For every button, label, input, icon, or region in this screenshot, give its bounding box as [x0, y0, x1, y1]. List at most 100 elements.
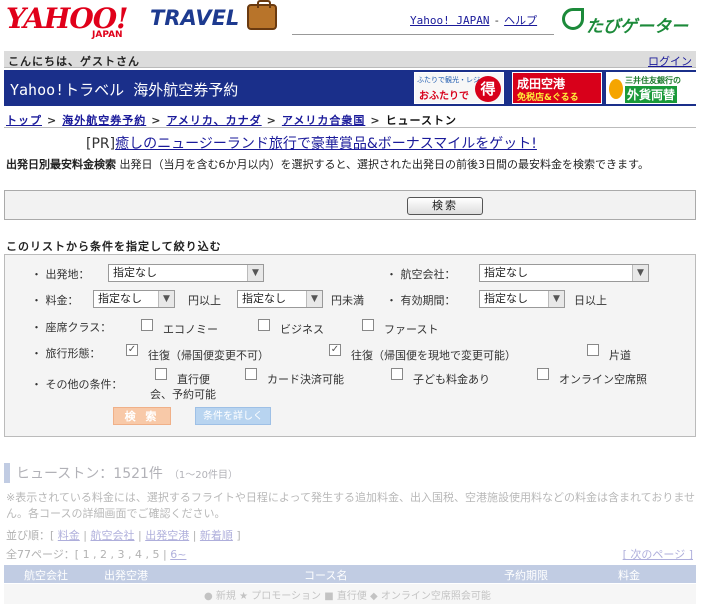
col-airline[interactable]: 航空会社: [24, 567, 68, 583]
child-fare-label: 子ども料金あり: [413, 373, 490, 386]
chevron-down-icon: ▼: [306, 291, 322, 307]
filter-heading: このリストから条件を指定して絞り込む: [6, 240, 222, 253]
sort-price[interactable]: 料金: [58, 529, 80, 542]
online-booking-label-2: 会、予約可能: [150, 388, 216, 401]
chevron-down-icon: ▼: [548, 291, 564, 307]
sort-options: 並び順：[ 料金 | 航空会社 | 出発空港 | 新着順 ]: [6, 529, 241, 542]
banner2-bottom: 免税店&ぐるる: [517, 93, 579, 103]
child-fare-checkbox[interactable]: [391, 368, 403, 380]
filter-search-button[interactable]: 検 索: [113, 407, 171, 425]
validity-label: ・ 有効期間：: [386, 294, 456, 307]
price-max-select[interactable]: 指定なし ▼: [237, 290, 323, 308]
banner3-main: 外貨両替: [625, 86, 678, 103]
breadcrumb-current: ヒューストン: [385, 114, 458, 127]
legend-text: ● 新規 ★ プロモーション ■ 直行便 ◆ オンライン空席照会可能: [204, 591, 491, 602]
business-label: ビジネス: [280, 323, 324, 336]
next-page-link[interactable]: [ 次のページ ]: [623, 546, 693, 562]
filter-panel: ・ 出発地： 指定なし ▼ ・ 航空会社： 指定なし ▼ ・ 料金： 指定なし …: [4, 254, 696, 437]
results-legend: ● 新規 ★ プロモーション ■ 直行便 ◆ オンライン空席照会可能: [4, 584, 696, 604]
departure-label: ・ 出発地：: [31, 268, 90, 281]
help-link[interactable]: ヘルプ: [504, 14, 537, 27]
price-min-value: 指定なし: [98, 292, 142, 305]
results-count: ヒューストン：1521件: [16, 466, 163, 482]
trip-type-label: ・ 旅行形態：: [31, 347, 101, 360]
validity-select[interactable]: 指定なし ▼: [479, 290, 565, 308]
airline-select[interactable]: 指定なし ▼: [479, 264, 649, 282]
cheapest-search-description: 出発日別最安料金検索 出発日（当月を含む6か月以内）を選択すると、選択された出発…: [6, 157, 696, 173]
breadcrumb-separator: >: [266, 114, 277, 127]
breadcrumb-separator: >: [151, 114, 162, 127]
description-heading: 出発日別最安料金検索: [6, 158, 116, 171]
first-class-checkbox[interactable]: [362, 319, 374, 331]
search-button[interactable]: 検索: [407, 197, 483, 215]
chevron-down-icon: ▼: [632, 265, 648, 281]
other-conditions-label: ・ その他の条件：: [31, 378, 123, 391]
banner1-main: おふたりで: [419, 91, 469, 102]
sort-label: 並び順：[: [6, 529, 55, 542]
breadcrumb-separator: >: [47, 114, 58, 127]
sort-airline[interactable]: 航空会社: [91, 529, 135, 542]
round-trip-changeable-label: 往復（帰国便を現地で変更可能）: [351, 349, 516, 362]
greeting-bar: こんにちは、ゲストさん ログイン: [4, 51, 696, 68]
breadcrumb-top[interactable]: トップ: [6, 114, 42, 127]
yahoo-japan-link[interactable]: Yahoo! JAPAN: [410, 14, 489, 27]
one-way-checkbox[interactable]: [587, 344, 599, 356]
col-course-name: コース名: [304, 569, 348, 582]
pager-next-range[interactable]: 6~: [170, 548, 186, 561]
travel-logo[interactable]: TRAVEL: [150, 6, 239, 30]
round-trip-fixed-checkbox[interactable]: ✓: [126, 344, 138, 356]
economy-label: エコノミー: [163, 323, 218, 336]
promo-banner-futari[interactable]: ふたりで観光・レジャー おふたりで 得: [414, 72, 504, 104]
card-payment-checkbox[interactable]: [245, 368, 257, 380]
promo-banner-narita[interactable]: 成田空港 免税店&ぐるる: [512, 72, 602, 104]
page-title: Yahoo!トラベル 海外航空券予約: [10, 81, 239, 99]
online-booking-label-1: オンライン空席照: [559, 373, 647, 386]
results-range: （1～20件目）: [168, 470, 239, 481]
pagination: 全77ページ：[ 1 , 2 , 3 , 4 , 5 | 6~: [6, 546, 186, 562]
coin-icon: [609, 79, 623, 99]
chevron-down-icon: ▼: [247, 265, 263, 281]
detailed-conditions-button[interactable]: 条件を詳しく: [195, 407, 271, 425]
suitcase-icon: [247, 0, 277, 30]
japan-logo-text: JAPAN: [92, 30, 123, 40]
banner3-top: 三井住友銀行の: [625, 76, 681, 85]
economy-checkbox[interactable]: [141, 319, 153, 331]
sort-departure-airport[interactable]: 出発空港: [145, 529, 189, 542]
direct-flight-checkbox[interactable]: [155, 368, 167, 380]
col-departure-airport[interactable]: 出発空港: [104, 567, 148, 583]
business-checkbox[interactable]: [258, 319, 270, 331]
chevron-down-icon: ▼: [158, 291, 174, 307]
one-way-label: 片道: [609, 349, 631, 362]
pr-link[interactable]: 癒しのニュージーランド旅行で豪華賞品&ボーナスマイルをゲット!: [115, 136, 537, 152]
seat-class-label: ・ 座席クラス：: [31, 321, 112, 334]
promo-banner-smbc[interactable]: 三井住友銀行の 外貨両替: [606, 72, 698, 104]
login-link[interactable]: ログイン: [648, 53, 692, 69]
round-trip-changeable-checkbox[interactable]: ✓: [329, 344, 341, 356]
breadcrumb-usa[interactable]: アメリカ合衆国: [282, 114, 365, 127]
first-class-label: ファースト: [384, 323, 439, 336]
round-trip-fixed-label: 往復（帰国便変更不可）: [148, 349, 269, 362]
col-price[interactable]: 料金: [618, 567, 640, 583]
header-divider: [292, 34, 554, 35]
results-title: ヒューストン：1521件 （1～20件目）: [4, 463, 696, 483]
sort-newest[interactable]: 新着順: [200, 529, 233, 542]
col-deadline: 予約期限: [504, 569, 548, 582]
price-label: ・ 料金：: [31, 294, 79, 307]
tabigator-logo[interactable]: たびゲーター: [586, 12, 688, 37]
pager-text: 全77ページ：[ 1 , 2 , 3 , 4 , 5 |: [6, 548, 171, 561]
price-min-select[interactable]: 指定なし ▼: [93, 290, 175, 308]
pr-ad: [PR]癒しのニュージーランド旅行で豪華賞品&ボーナスマイルをゲット!: [86, 133, 537, 153]
breadcrumb-america-canada[interactable]: アメリカ、カナダ: [166, 114, 261, 127]
card-payment-label: カード決済可能: [267, 373, 344, 386]
tabigator-icon: [562, 8, 584, 30]
results-table-header: 航空会社 出発空港 コース名 予約期限 料金: [4, 565, 696, 583]
breadcrumb-overseas-air[interactable]: 海外航空券予約: [62, 114, 146, 127]
price-max-value: 指定なし: [242, 292, 286, 305]
description-text: 出発日（当月を含む6か月以内）を選択すると、選択された出発日の前後3日間の最安料…: [116, 158, 649, 171]
header-link-separator: -: [493, 14, 501, 27]
breadcrumb-separator: >: [370, 114, 381, 127]
online-booking-checkbox[interactable]: [537, 368, 549, 380]
price-min-suffix: 円以上: [188, 294, 221, 307]
site-header: YAHOO! JAPAN TRAVEL Yahoo! JAPAN - ヘルプ たびゲ…: [0, 0, 703, 50]
departure-select[interactable]: 指定なし ▼: [108, 264, 264, 282]
